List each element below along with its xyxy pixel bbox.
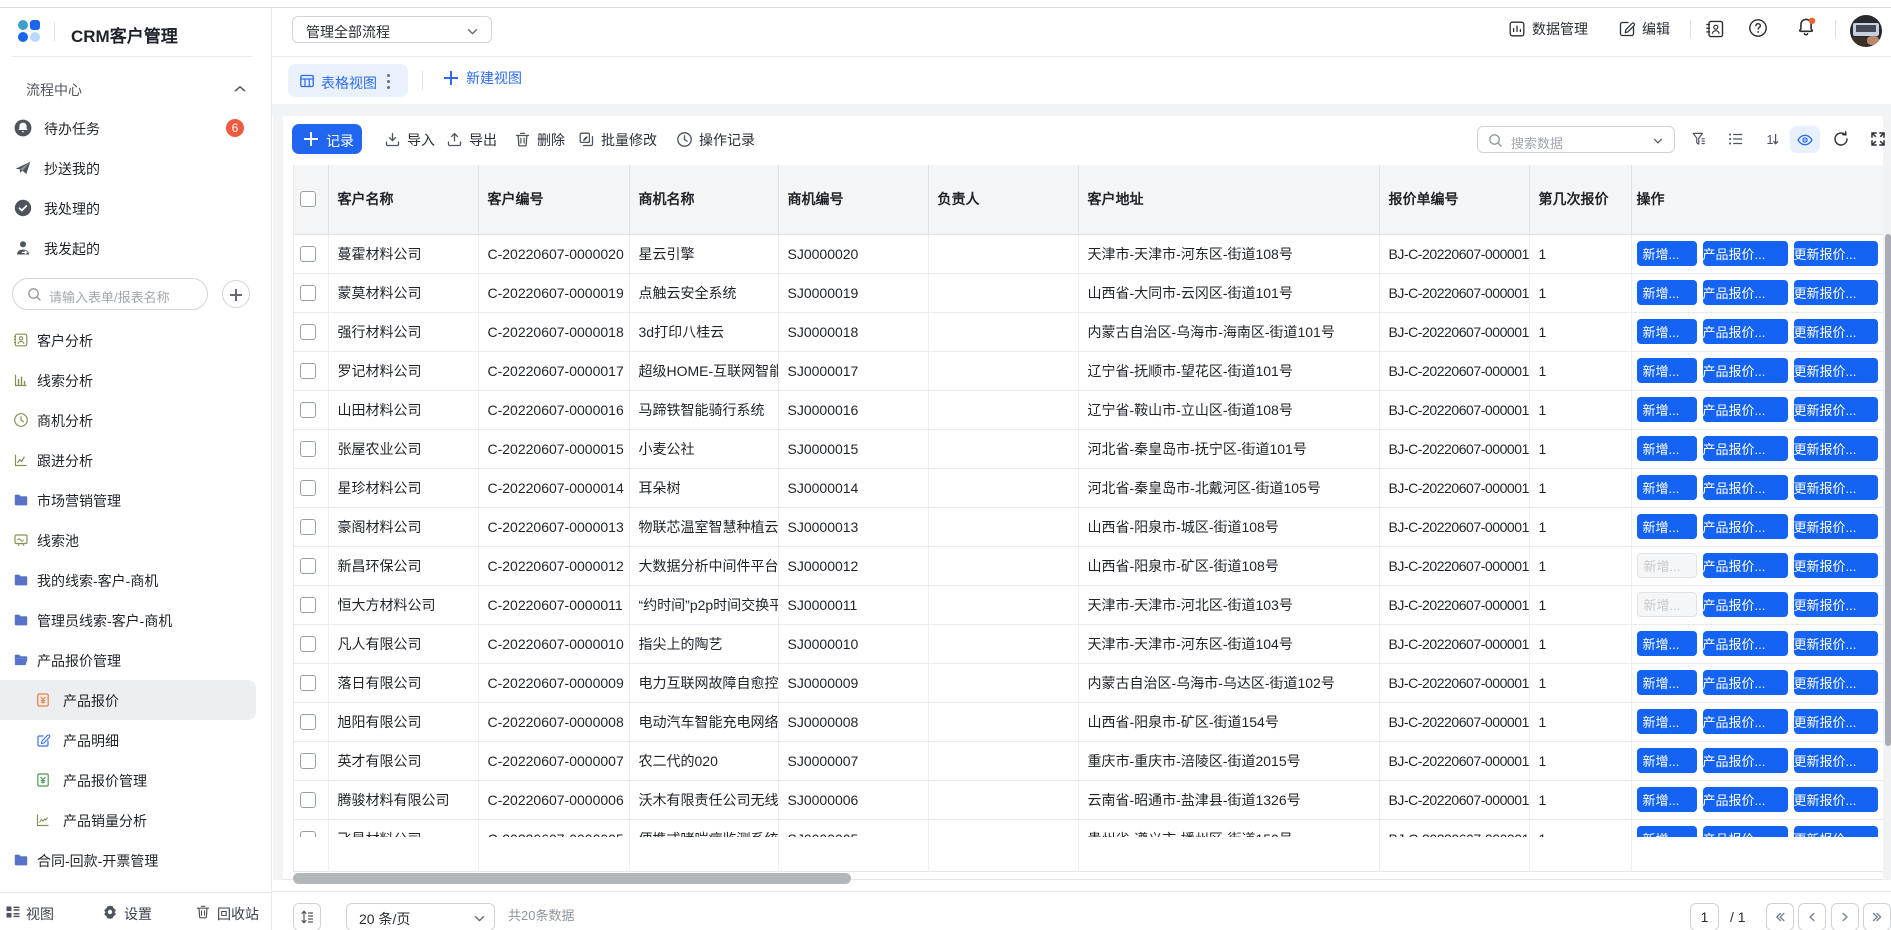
- svg-text:1: 1: [1767, 133, 1774, 147]
